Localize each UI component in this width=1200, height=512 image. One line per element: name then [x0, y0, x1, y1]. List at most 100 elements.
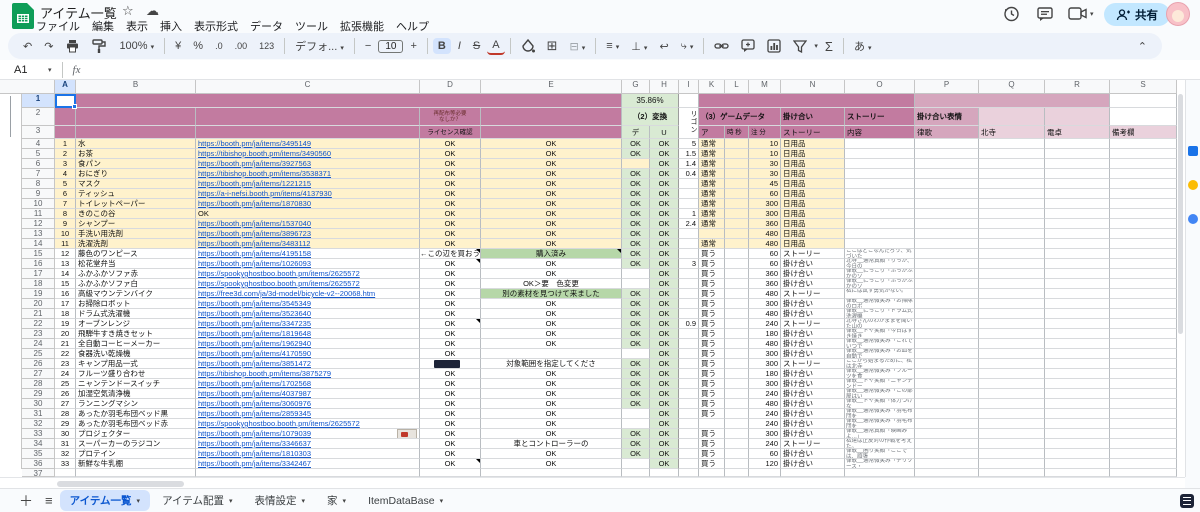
cell-P14[interactable] [915, 239, 979, 249]
insert-chart-icon[interactable] [762, 37, 786, 55]
row-header-5[interactable]: 5 [22, 149, 55, 159]
cell-M19[interactable]: 480 [749, 289, 781, 299]
sheet-tab-caret-icon[interactable]: ▾ [229, 497, 233, 505]
cell-O9[interactable] [845, 189, 915, 199]
cell-S35[interactable] [1110, 449, 1177, 459]
cell-C16[interactable]: https://booth.pm/ja/items/1026093 [196, 259, 420, 269]
cell-H21[interactable]: OK [650, 309, 679, 319]
cell-O31[interactable]: 律歌__通常微笑み「羽毛布団を [845, 409, 915, 419]
cell-A10[interactable]: 7 [55, 199, 76, 209]
cell-G21[interactable]: OK [622, 309, 650, 319]
cell-N14[interactable]: 日用品 [781, 239, 845, 249]
cell-R24[interactable] [1045, 339, 1110, 349]
cell-R15[interactable] [1045, 249, 1110, 259]
cell-A16[interactable]: 13 [55, 259, 76, 269]
cell-G32[interactable] [622, 419, 650, 429]
cell-A22[interactable]: 19 [55, 319, 76, 329]
cell-S21[interactable] [1110, 309, 1177, 319]
cell-Q20[interactable] [979, 299, 1045, 309]
cell-K29[interactable]: 買う [699, 389, 725, 399]
cell-D13[interactable]: OK [420, 229, 481, 239]
cell-A19[interactable]: 16 [55, 289, 76, 299]
cell-B35[interactable]: プロテイン [76, 449, 196, 459]
cell-E20[interactable]: OK [481, 299, 622, 309]
cell-O16[interactable]: 北寺__通常真顔「りっか、今日の [845, 259, 915, 269]
cell-B2[interactable] [76, 108, 196, 126]
cell-P31[interactable] [915, 409, 979, 419]
sheet-tab-caret-icon[interactable]: ▾ [137, 497, 141, 505]
cell-I36[interactable] [679, 459, 699, 469]
italic-button[interactable]: I [453, 38, 466, 54]
cell-G19[interactable]: OK [622, 289, 650, 299]
cell-Q15[interactable] [979, 249, 1045, 259]
cell-B32[interactable]: あったか羽毛布団ベッド赤 [76, 419, 196, 429]
col-header-L[interactable]: L [725, 80, 749, 94]
cell-S27[interactable] [1110, 369, 1177, 379]
cell-C7[interactable]: https://tibishop.booth.pm/items/3538371 [196, 169, 420, 179]
cell-H33[interactable]: OK [650, 429, 679, 439]
cell-I15[interactable] [679, 249, 699, 259]
cell-Q33[interactable] [979, 429, 1045, 439]
cell-B12[interactable]: シャンプー [76, 219, 196, 229]
cell-E25[interactable] [481, 349, 622, 359]
cell-N8[interactable]: 日用品 [781, 179, 845, 189]
cell-I5[interactable]: 1.5 [679, 149, 699, 159]
cell-B30[interactable]: ランニングマシン [76, 399, 196, 409]
cell-D30[interactable]: OK [420, 399, 481, 409]
cell-S4[interactable] [1110, 139, 1177, 149]
row-header-25[interactable]: 25 [22, 349, 55, 359]
cell-H25[interactable]: OK [650, 349, 679, 359]
cell-M8[interactable]: 45 [749, 179, 781, 189]
cell-O26[interactable]: ここから始まるために、私は北寺 [845, 359, 915, 369]
cell-K3[interactable]: ア [699, 126, 725, 139]
row-header-28[interactable]: 28 [22, 379, 55, 389]
cell-I18[interactable] [679, 279, 699, 289]
cell-O24[interactable]: 律歌__通常微笑み「これでいつで [845, 339, 915, 349]
cell-H31[interactable]: OK [650, 409, 679, 419]
col-header-G[interactable]: G [622, 80, 650, 94]
cell-L6[interactable] [725, 159, 749, 169]
cell-O27[interactable]: 律歌__通常微笑み「フルーツを食 [845, 369, 915, 379]
cell-P3[interactable]: 律歌 [915, 126, 979, 139]
cell-C37[interactable] [196, 469, 420, 477]
text-color-button[interactable]: A [487, 38, 504, 55]
cell-H3[interactable]: U [650, 126, 679, 139]
cell-I34[interactable] [679, 439, 699, 449]
cell-R14[interactable] [1045, 239, 1110, 249]
cell-Q12[interactable] [979, 219, 1045, 229]
row-header-15[interactable]: 15 [22, 249, 55, 259]
cell-C31[interactable]: https://booth.pm/ja/items/2859345 [196, 409, 420, 419]
cell-R5[interactable] [1045, 149, 1110, 159]
cell-Q35[interactable] [979, 449, 1045, 459]
cell-P16[interactable] [915, 259, 979, 269]
cell-D33[interactable]: OK [420, 429, 481, 439]
cell-A11[interactable]: 8 [55, 209, 76, 219]
cell-K4[interactable]: 通常 [699, 139, 725, 149]
cell-S2[interactable] [1110, 108, 1177, 126]
cell-R31[interactable] [1045, 409, 1110, 419]
cell-B4[interactable]: 水 [76, 139, 196, 149]
decrease-font-size-button[interactable]: − [360, 38, 376, 54]
cell-N36[interactable]: 掛け合い [781, 459, 845, 469]
add-sheet-button[interactable]: ＋ [14, 489, 38, 512]
cell-C32[interactable]: https://spookyghostboo.booth.pm/items/26… [196, 419, 420, 429]
row-header-32[interactable]: 32 [22, 419, 55, 429]
cell-A27[interactable]: 24 [55, 369, 76, 379]
cell-H19[interactable]: OK [650, 289, 679, 299]
cell-E35[interactable]: OK [481, 449, 622, 459]
cell-P1[interactable] [915, 94, 1110, 108]
cell-A4[interactable]: 1 [55, 139, 76, 149]
cell-M27[interactable]: 180 [749, 369, 781, 379]
cell-I2-vertical[interactable]: リゴン [679, 108, 699, 139]
cell-E9[interactable]: OK [481, 189, 622, 199]
cell-E18[interactable]: OK＞要 色変更 [481, 279, 622, 289]
cell-E19[interactable]: 別の素材を見つけて来ました [481, 289, 622, 299]
text-wrap-icon[interactable]: ↩ [654, 38, 673, 55]
cell-O23[interactable]: 律歌__ドヤ笑顔「今日はすき焼き [845, 329, 915, 339]
cell-H13[interactable]: OK [650, 229, 679, 239]
cell-S33[interactable] [1110, 429, 1177, 439]
cell-B18[interactable]: ふかふかソファ白 [76, 279, 196, 289]
all-sheets-button[interactable]: ≡ [40, 491, 58, 510]
cell-H11[interactable]: OK [650, 209, 679, 219]
cell-M23[interactable]: 180 [749, 329, 781, 339]
